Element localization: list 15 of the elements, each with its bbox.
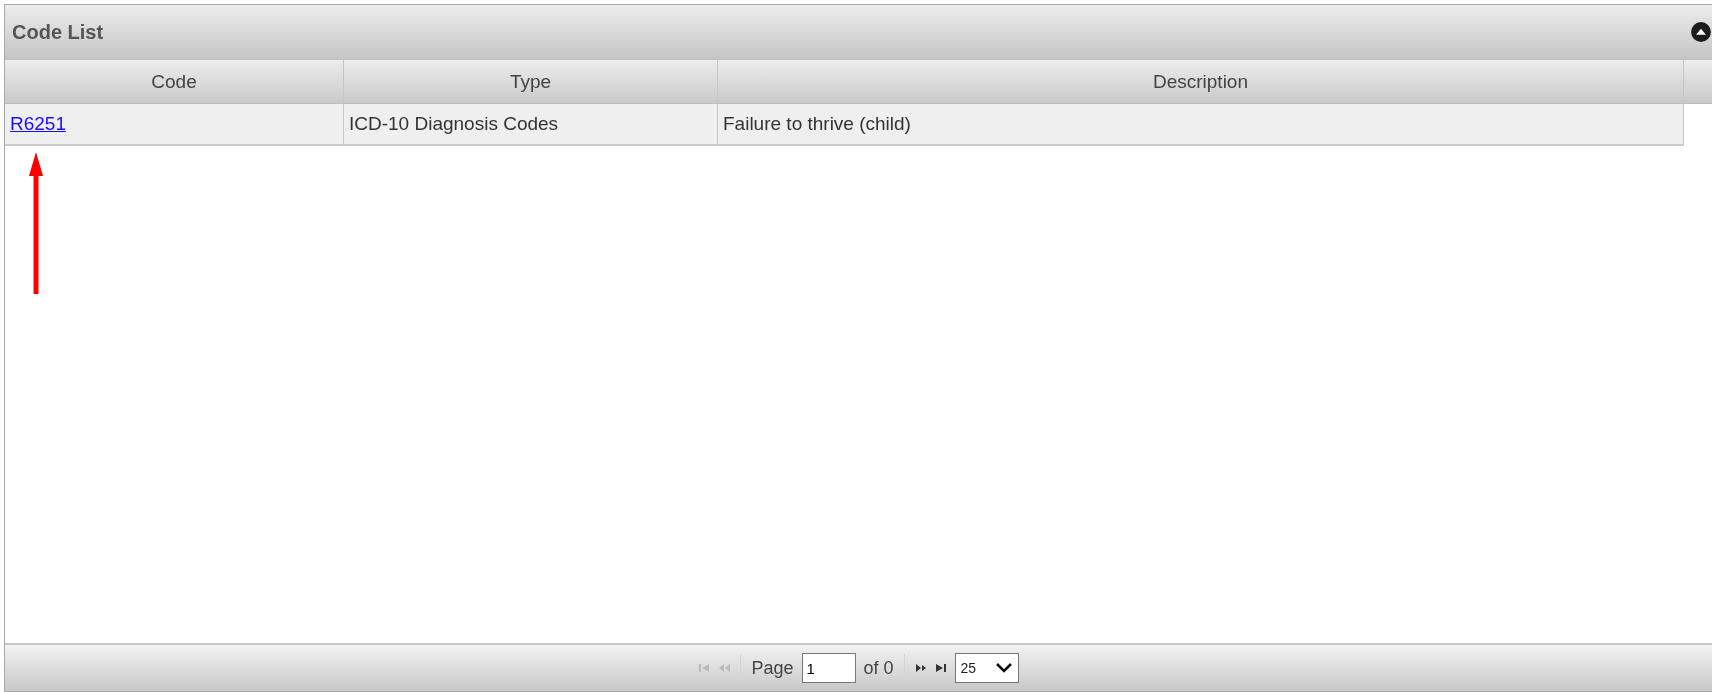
- column-header[interactable]: Description: [718, 60, 1684, 103]
- table-cell: ICD-10 Diagnosis Codes: [344, 104, 718, 146]
- page-size-select[interactable]: 25: [954, 653, 1019, 683]
- pager-arrow-icon[interactable]: [914, 662, 927, 674]
- collapse-icon[interactable]: [1690, 21, 1712, 43]
- page-count: of 0: [863, 657, 894, 679]
- column-header[interactable]: Type: [344, 60, 718, 103]
- chevron-down-icon: [995, 663, 1012, 673]
- column-header[interactable]: Code: [5, 60, 344, 103]
- table-cell: Failure to thrive (child): [718, 104, 1684, 146]
- code-link[interactable]: R6251: [10, 113, 66, 135]
- panel-title: Code List: [12, 20, 104, 44]
- page-label: Page: [751, 657, 794, 679]
- pager-arrow-icon[interactable]: [934, 662, 947, 674]
- page-number-field[interactable]: 1: [801, 653, 856, 683]
